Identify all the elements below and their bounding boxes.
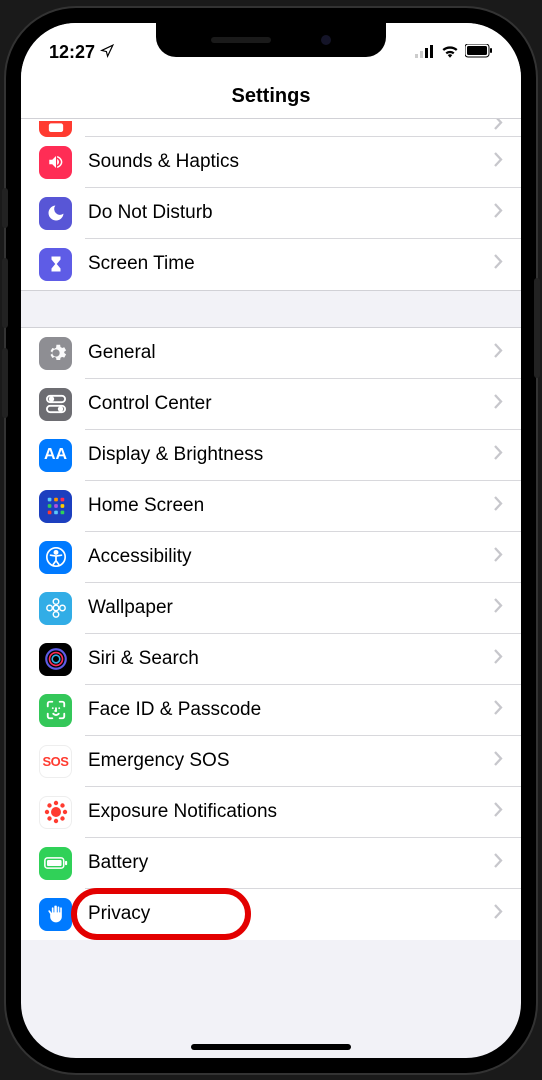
row-do-not-disturb[interactable]: Do Not Disturb — [21, 188, 521, 239]
location-icon — [100, 42, 114, 63]
moon-icon — [39, 197, 72, 230]
settings-group-2: General Control Center AA Display & Brig… — [21, 328, 521, 940]
row-general[interactable]: General — [21, 328, 521, 379]
speaker — [211, 37, 271, 43]
battery-icon — [39, 847, 72, 880]
row-label: Sounds & Haptics — [88, 151, 494, 173]
row-face-id-passcode[interactable]: Face ID & Passcode — [21, 685, 521, 736]
row-emergency-sos[interactable]: SOS Emergency SOS — [21, 736, 521, 787]
sounds-icon — [39, 146, 72, 179]
hourglass-icon — [39, 248, 72, 281]
chevron-right-icon — [494, 496, 503, 516]
accessibility-icon — [39, 541, 72, 574]
power-button — [534, 278, 540, 378]
chevron-right-icon — [494, 152, 503, 172]
chevron-right-icon — [494, 751, 503, 771]
chevron-right-icon — [494, 203, 503, 223]
siri-icon — [39, 643, 72, 676]
row-label: Do Not Disturb — [88, 202, 494, 224]
row-label: Display & Brightness — [88, 444, 494, 466]
chevron-right-icon — [494, 445, 503, 465]
row-display-brightness[interactable]: AA Display & Brightness — [21, 430, 521, 481]
cellular-signal-icon — [415, 42, 435, 63]
hand-icon — [39, 898, 72, 931]
toggles-icon — [39, 388, 72, 421]
chevron-right-icon — [494, 649, 503, 669]
gear-icon — [39, 337, 72, 370]
row-label: Emergency SOS — [88, 750, 494, 772]
chevron-right-icon — [494, 119, 503, 135]
row-privacy[interactable]: Privacy — [21, 889, 521, 940]
flower-icon — [39, 592, 72, 625]
home-indicator[interactable] — [191, 1044, 351, 1050]
row-label: Exposure Notifications — [88, 801, 494, 823]
row-exposure-notifications[interactable]: Exposure Notifications — [21, 787, 521, 838]
row-home-screen[interactable]: Home Screen — [21, 481, 521, 532]
chevron-right-icon — [494, 904, 503, 924]
text-size-icon: AA — [39, 439, 72, 472]
row-label: Control Center — [88, 393, 494, 415]
chevron-right-icon — [494, 802, 503, 822]
chevron-right-icon — [494, 394, 503, 414]
row-label: General — [88, 342, 494, 364]
settings-list[interactable]: Notifications Sounds & Haptics — [21, 119, 521, 1058]
battery-icon — [465, 42, 493, 63]
notifications-icon — [39, 121, 72, 137]
chevron-right-icon — [494, 343, 503, 363]
home-grid-icon — [39, 490, 72, 523]
row-sounds-haptics[interactable]: Sounds & Haptics — [21, 137, 521, 188]
row-siri-search[interactable]: Siri & Search — [21, 634, 521, 685]
row-label: Face ID & Passcode — [88, 699, 494, 721]
row-label: Wallpaper — [88, 597, 494, 619]
chevron-right-icon — [494, 598, 503, 618]
sos-icon: SOS — [39, 745, 72, 778]
chevron-right-icon — [494, 547, 503, 567]
chevron-right-icon — [494, 853, 503, 873]
mute-switch — [2, 188, 8, 228]
row-notifications[interactable]: Notifications — [21, 119, 521, 137]
settings-group-1: Notifications Sounds & Haptics — [21, 119, 521, 290]
notch — [156, 23, 386, 57]
row-battery[interactable]: Battery — [21, 838, 521, 889]
nav-header: Settings — [21, 71, 521, 119]
group-separator — [21, 290, 521, 328]
status-time: 12:27 — [49, 42, 95, 63]
screen: 12:27 Settings — [21, 23, 521, 1058]
page-title: Settings — [21, 85, 521, 108]
phone-frame: 12:27 Settings — [6, 8, 536, 1073]
row-label: Siri & Search — [88, 648, 494, 670]
volume-up-button — [2, 258, 8, 328]
row-control-center[interactable]: Control Center — [21, 379, 521, 430]
row-wallpaper[interactable]: Wallpaper — [21, 583, 521, 634]
row-label: Accessibility — [88, 546, 494, 568]
exposure-icon — [39, 796, 72, 829]
chevron-right-icon — [494, 254, 503, 274]
chevron-right-icon — [494, 700, 503, 720]
front-camera — [321, 35, 331, 45]
row-label: Battery — [88, 852, 494, 874]
row-label: Home Screen — [88, 495, 494, 517]
wifi-icon — [441, 42, 459, 63]
row-accessibility[interactable]: Accessibility — [21, 532, 521, 583]
row-label: Privacy — [88, 903, 494, 925]
row-label: Screen Time — [88, 253, 494, 275]
row-screen-time[interactable]: Screen Time — [21, 239, 521, 290]
volume-down-button — [2, 348, 8, 418]
face-id-icon — [39, 694, 72, 727]
